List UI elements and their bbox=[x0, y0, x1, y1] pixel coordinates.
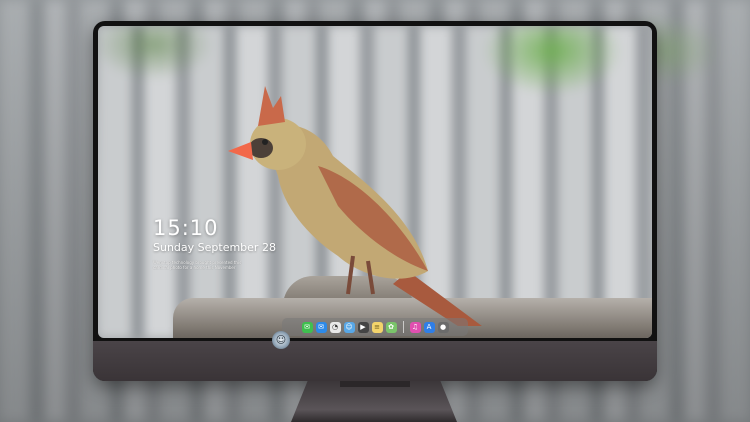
camera-app-icon[interactable]: ● bbox=[437, 321, 449, 333]
lockscreen-info: Wenxtop technology brought presented thi… bbox=[153, 260, 273, 270]
messages-app-icon[interactable]: ✉ bbox=[301, 321, 313, 333]
appstore-app-icon[interactable]: A bbox=[423, 321, 435, 333]
lockscreen-date: Sunday September 28 bbox=[153, 241, 276, 254]
monitor: 15:10 Sunday September 28 Wenxtop techno… bbox=[93, 21, 657, 381]
photos-app-icon[interactable]: ✿ bbox=[385, 321, 397, 333]
finder-app-icon[interactable]: ☺ bbox=[343, 321, 355, 333]
clapper-app-icon[interactable]: ▶ bbox=[357, 321, 369, 333]
cardinal-bird-image bbox=[228, 86, 482, 326]
monitor-stand-neck bbox=[340, 381, 410, 387]
lockscreen-info-line: cardinal photo for a home this November bbox=[153, 265, 236, 270]
mail-app-icon[interactable]: ✉ bbox=[315, 321, 327, 333]
clock-app-icon[interactable]: ◔ bbox=[329, 321, 341, 333]
music-app-icon[interactable]: ♫ bbox=[409, 321, 421, 333]
notes-app-icon[interactable]: ≡ bbox=[371, 321, 383, 333]
monitor-logo-icon: ☺ bbox=[272, 331, 290, 349]
dock: ✉ ✉ ◔ ☺ ▶ ≡ ✿ ♫ A ● bbox=[282, 318, 468, 336]
monitor-chin bbox=[93, 341, 657, 381]
lockscreen-time: 15:10 bbox=[153, 216, 219, 240]
monitor-stand bbox=[291, 381, 457, 422]
dock-separator bbox=[402, 321, 404, 333]
lock-screen[interactable]: 15:10 Sunday September 28 Wenxtop techno… bbox=[98, 26, 652, 338]
logo-glyph: ☺ bbox=[275, 334, 287, 346]
